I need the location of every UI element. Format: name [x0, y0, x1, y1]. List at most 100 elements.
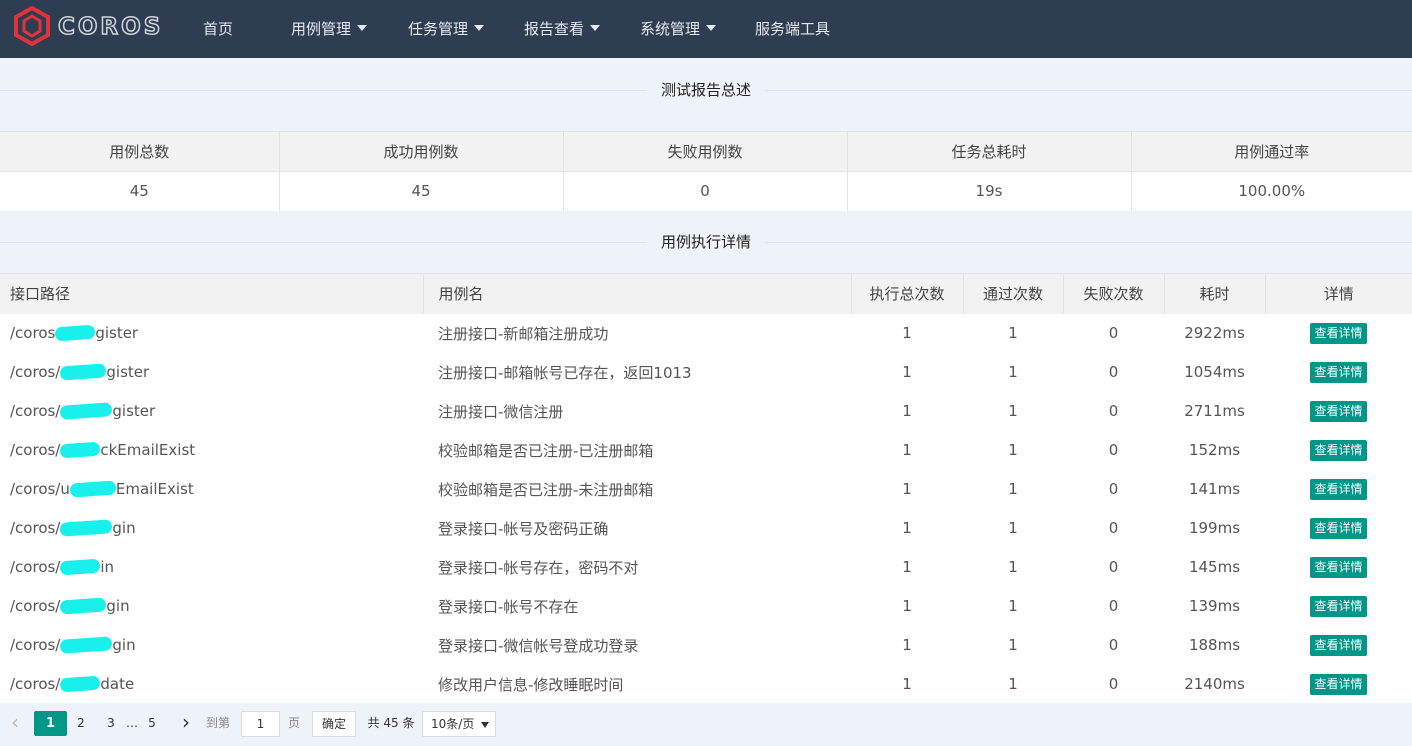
- details-cell: 查看详情: [1265, 508, 1412, 548]
- duration-cell: 152ms: [1164, 430, 1265, 470]
- redaction-mark: [59, 519, 113, 537]
- pass-count-cell: 1: [963, 625, 1063, 665]
- details-cell: 查看详情: [1265, 664, 1412, 704]
- view-details-button[interactable]: 查看详情: [1310, 595, 1367, 617]
- api-path-prefix: /coros/: [10, 597, 61, 615]
- nav-item-label: 报告查看: [524, 20, 585, 38]
- api-path-prefix: /coros/: [10, 636, 61, 654]
- api-path-cell: /coros/in: [0, 547, 423, 587]
- case-name-cell: 校验邮箱是否已注册-未注册邮箱: [423, 469, 851, 509]
- case-name-cell: 注册接口-新邮箱注册成功: [423, 313, 851, 353]
- nav-item-label: 系统管理: [640, 20, 701, 38]
- page-button[interactable]: 5: [145, 711, 159, 736]
- nav-item-system-management[interactable]: 系统管理: [640, 18, 717, 39]
- summary-total-cases: 45: [0, 171, 280, 211]
- case-name-cell: 校验邮箱是否已注册-已注册邮箱: [423, 430, 851, 470]
- api-path-suffix: date: [100, 675, 135, 693]
- nav-item-home[interactable]: 首页: [203, 18, 233, 39]
- total-runs-cell: 1: [851, 391, 963, 431]
- case-name-cell: 登录接口-帐号存在，密码不对: [423, 547, 851, 587]
- col-header-fail-count: 失败次数: [1063, 273, 1165, 314]
- coros-logo[interactable]: COROS: [12, 6, 172, 46]
- col-header-total-runs: 执行总次数: [851, 273, 964, 314]
- details-cell: 查看详情: [1265, 313, 1412, 353]
- redaction-mark: [59, 636, 113, 654]
- summary-table: 用例总数 成功用例数 失败用例数 任务总耗时 用例通过率 45 45 0 19s…: [0, 131, 1412, 211]
- fail-count-cell: 0: [1063, 586, 1164, 626]
- pass-count-cell: 1: [963, 664, 1063, 704]
- table-row: /coros/gin 登录接口-微信帐号登成功登录 1 1 0 188ms 查看详情: [0, 625, 1412, 665]
- summary-section-header: 测试报告总述: [0, 59, 1412, 99]
- redaction-mark: [59, 675, 101, 693]
- details-cell: 查看详情: [1265, 430, 1412, 470]
- details-cell: 查看详情: [1265, 391, 1412, 431]
- next-page-icon[interactable]: ›: [178, 711, 194, 736]
- confirm-button[interactable]: 确定: [312, 711, 356, 737]
- view-details-button[interactable]: 查看详情: [1310, 673, 1367, 695]
- redaction-mark: [59, 441, 101, 459]
- caret-down-icon: [706, 25, 717, 31]
- dropdown-arrow-icon: [481, 722, 489, 728]
- fail-count-cell: 0: [1063, 508, 1164, 548]
- detail-table: 接口路径 用例名 执行总次数 通过次数 失败次数 耗时 详情 /coros gis…: [0, 273, 1412, 704]
- page-unit-label: 页: [287, 716, 300, 730]
- summary-title: 测试报告总述: [646, 81, 765, 99]
- table-row: /coros/date 修改用户信息-修改睡眠时间 1 1 0 2140ms 查看详情: [0, 664, 1412, 704]
- view-details-button[interactable]: 查看详情: [1310, 322, 1367, 344]
- case-name-cell: 登录接口-帐号及密码正确: [423, 508, 851, 548]
- redaction-mark: [59, 402, 113, 420]
- api-path-cell: /coros/ckEmailExist: [0, 430, 423, 470]
- page-size-value: 10条/页: [431, 717, 475, 731]
- nav-item-report-view[interactable]: 报告查看: [524, 18, 601, 39]
- goto-label: 到第: [205, 716, 230, 730]
- nav-item-case-management[interactable]: 用例管理: [291, 18, 368, 39]
- api-path-cell: /coros/gin: [0, 625, 423, 665]
- redaction-mark: [69, 480, 117, 498]
- duration-cell: 2711ms: [1164, 391, 1265, 431]
- view-details-button[interactable]: 查看详情: [1310, 556, 1367, 578]
- col-header-details: 详情: [1265, 273, 1412, 314]
- detail-section-header: 用例执行详情: [0, 211, 1412, 251]
- view-details-button[interactable]: 查看详情: [1310, 517, 1367, 539]
- view-details-button[interactable]: 查看详情: [1310, 634, 1367, 656]
- page-button[interactable]: 3: [104, 711, 118, 736]
- page-button-current[interactable]: 1: [34, 711, 67, 736]
- nav-item-task-management[interactable]: 任务管理: [408, 18, 485, 39]
- api-path-cell: /coros gister: [0, 313, 423, 353]
- case-name-cell: 登录接口-微信帐号登成功登录: [423, 625, 851, 665]
- fail-count-cell: 0: [1063, 664, 1164, 704]
- view-details-button[interactable]: 查看详情: [1310, 478, 1367, 500]
- api-path-suffix: gister: [112, 402, 156, 420]
- total-runs-cell: 1: [851, 352, 963, 392]
- col-header-api-path: 接口路径: [0, 273, 424, 314]
- view-details-button[interactable]: 查看详情: [1310, 400, 1367, 422]
- prev-page-icon[interactable]: ‹: [8, 711, 22, 736]
- case-name-cell: 修改用户信息-修改睡眠时间: [423, 664, 851, 704]
- api-path-suffix: gin: [112, 519, 136, 537]
- page-size-select[interactable]: 10条/页: [422, 711, 496, 737]
- col-header-case-name: 用例名: [423, 273, 852, 314]
- nav-item-server-tools[interactable]: 服务端工具: [755, 18, 830, 39]
- api-path-prefix: /coros/: [10, 558, 61, 576]
- page-button[interactable]: 2: [74, 711, 88, 736]
- view-details-button[interactable]: 查看详情: [1310, 361, 1367, 383]
- view-details-button[interactable]: 查看详情: [1310, 439, 1367, 461]
- pass-count-cell: 1: [963, 547, 1063, 587]
- table-row: /coros/gin 登录接口-帐号不存在 1 1 0 139ms 查看详情: [0, 586, 1412, 626]
- total-runs-cell: 1: [851, 508, 963, 548]
- top-navbar: COROS 首页 用例管理 任务管理 报告查看 系统管理 服务端工具: [0, 0, 1412, 58]
- nav-item-label: 任务管理: [408, 20, 469, 38]
- duration-cell: 1054ms: [1164, 352, 1265, 392]
- col-header-pass-count: 通过次数: [963, 273, 1064, 314]
- summary-header-success-cases: 成功用例数: [279, 131, 564, 172]
- goto-page-input[interactable]: 1: [241, 711, 280, 737]
- api-path-prefix: /coros/: [10, 363, 61, 381]
- api-path-suffix: in: [100, 558, 115, 576]
- detail-header-row: 接口路径 用例名 执行总次数 通过次数 失败次数 耗时 详情: [0, 273, 1412, 314]
- pass-count-cell: 1: [963, 391, 1063, 431]
- summary-header-pass-rate: 用例通过率: [1131, 131, 1412, 172]
- duration-cell: 188ms: [1164, 625, 1265, 665]
- redaction-mark: [59, 363, 107, 381]
- detail-title: 用例执行详情: [646, 233, 765, 251]
- api-path-cell: /coros/gin: [0, 586, 423, 626]
